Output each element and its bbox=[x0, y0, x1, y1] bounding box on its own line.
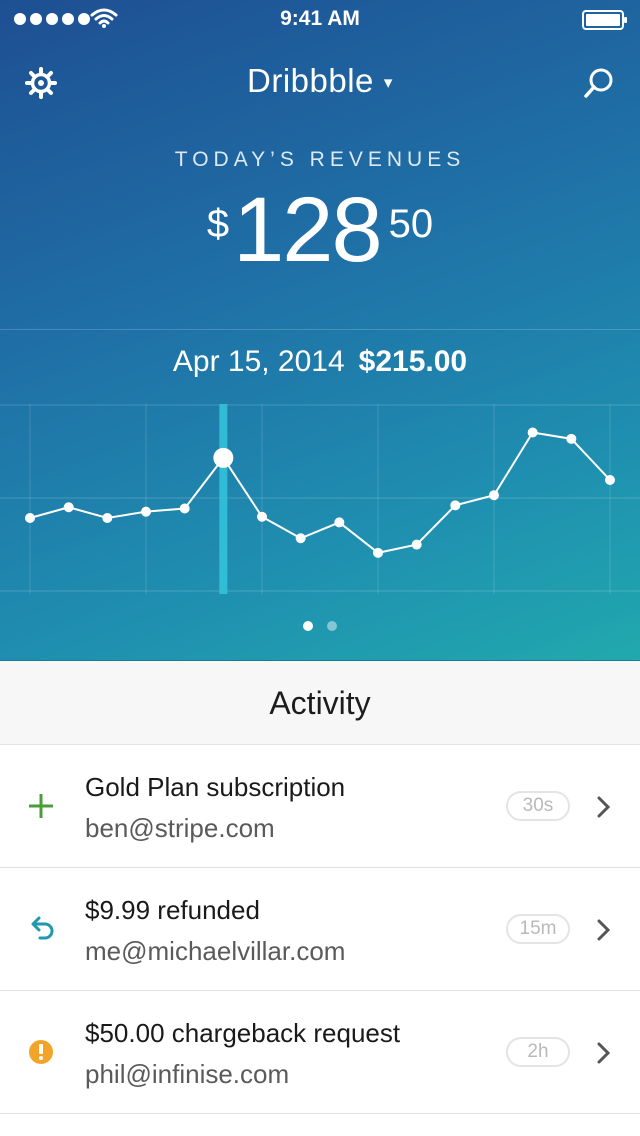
revenue-label: TODAY’S REVENUES bbox=[174, 148, 466, 171]
revenue-cents: 50 bbox=[388, 202, 434, 246]
activity-secondary: ben@stripe.com bbox=[85, 813, 275, 843]
time-badge: 2h bbox=[506, 1037, 570, 1067]
activity-header: Activity bbox=[0, 660, 640, 745]
selected-point-highlight bbox=[219, 404, 228, 594]
chevron-right-icon bbox=[597, 1042, 611, 1064]
selected-point-summary: Apr 15, 2014 $215.00 bbox=[0, 345, 640, 379]
data-point[interactable] bbox=[566, 433, 577, 444]
data-point[interactable] bbox=[295, 533, 306, 544]
data-point[interactable] bbox=[411, 539, 422, 550]
account-name: Dribbble bbox=[247, 62, 374, 99]
time-badge: 15m bbox=[506, 914, 570, 944]
time-badge: 30s bbox=[506, 791, 570, 821]
selected-date: Apr 15, 2014 bbox=[172, 345, 345, 378]
data-point[interactable] bbox=[373, 547, 383, 558]
status-time: 9:41 AM bbox=[280, 7, 360, 30]
account-switcher[interactable]: Dribbble ▾ bbox=[0, 62, 640, 100]
data-point[interactable] bbox=[527, 427, 538, 438]
revenue-whole: 128 bbox=[233, 179, 382, 281]
currency-symbol: $ bbox=[206, 202, 230, 246]
activity-item[interactable]: $50.00 chargeback request phil@infinise.… bbox=[0, 991, 640, 1114]
data-point[interactable] bbox=[179, 503, 190, 514]
data-point[interactable] bbox=[450, 500, 461, 511]
activity-title: Activity bbox=[269, 685, 371, 721]
battery-icon bbox=[582, 10, 627, 30]
plus-icon bbox=[29, 794, 53, 818]
warning-icon bbox=[29, 1040, 53, 1064]
chevron-down-icon: ▾ bbox=[383, 73, 393, 93]
activity-secondary: phil@infinise.com bbox=[85, 1059, 290, 1089]
page-dot[interactable] bbox=[327, 621, 337, 631]
data-point[interactable] bbox=[257, 511, 267, 522]
series-line bbox=[29, 431, 611, 554]
activity-secondary: me@michaelvillar.com bbox=[85, 936, 346, 966]
nav-bar: Dribbble ▾ bbox=[0, 60, 640, 110]
data-point[interactable] bbox=[63, 502, 74, 513]
data-point[interactable] bbox=[102, 513, 113, 523]
page-dot-active[interactable] bbox=[303, 621, 313, 631]
data-point[interactable] bbox=[25, 513, 35, 523]
data-point[interactable] bbox=[489, 490, 499, 501]
data-point[interactable] bbox=[141, 506, 151, 517]
hero-divider bbox=[0, 329, 640, 330]
data-point[interactable] bbox=[605, 475, 615, 485]
revenue-line-chart[interactable] bbox=[0, 404, 640, 594]
data-point[interactable] bbox=[334, 517, 345, 528]
activity-item[interactable]: Gold Plan subscription ben@stripe.com 30… bbox=[0, 745, 640, 868]
revenue-amount: $128 50 bbox=[0, 178, 640, 283]
page-indicator[interactable] bbox=[0, 621, 640, 631]
search-icon[interactable] bbox=[582, 66, 616, 100]
revenue-hero: 9:41 AM Dribbble ▾ TODAY’S REVENUES $128… bbox=[0, 0, 640, 660]
chevron-right-icon bbox=[597, 796, 611, 818]
activity-list: Gold Plan subscription ben@stripe.com 30… bbox=[0, 745, 640, 1114]
selected-data-point[interactable] bbox=[213, 447, 234, 468]
chevron-right-icon bbox=[597, 919, 611, 941]
activity-item[interactable]: $9.99 refunded me@michaelvillar.com 15m bbox=[0, 868, 640, 991]
activity-primary: Gold Plan subscription bbox=[85, 772, 346, 802]
activity-primary: $50.00 chargeback request bbox=[85, 1018, 401, 1048]
undo-arrow-icon bbox=[31, 916, 54, 940]
status-bar: 9:41 AM bbox=[0, 0, 640, 40]
selected-value: $215.00 bbox=[358, 345, 468, 378]
activity-primary: $9.99 refunded bbox=[85, 895, 260, 925]
